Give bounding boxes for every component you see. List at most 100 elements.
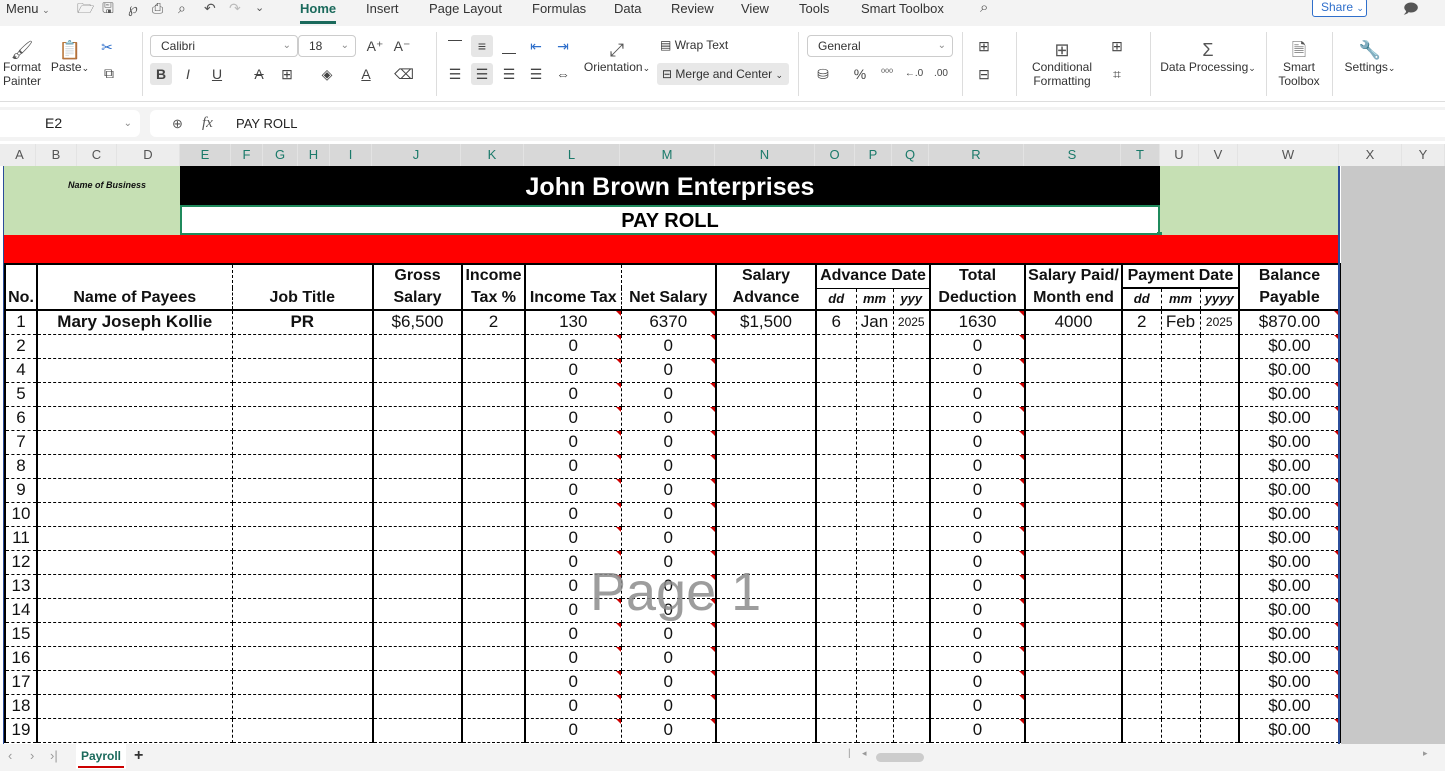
cell-payment-dd[interactable] [1121,670,1162,695]
sheet-tab-payroll[interactable]: Payroll [76,744,126,769]
cell-tax-pct[interactable] [461,526,526,551]
next-sheet-icon[interactable]: › [30,748,34,763]
column-header-s[interactable]: S [1024,144,1121,166]
cell-advance-dd[interactable] [815,526,857,551]
cell-total-deduction[interactable]: 0 [929,598,1026,623]
cell-balance-payable[interactable]: $0.00 [1238,478,1341,503]
column-header-f[interactable]: F [231,144,263,166]
name-box[interactable]: E2 ⌄ [0,110,140,137]
cell-advance-dd[interactable]: 6 [815,310,857,335]
cell-job[interactable] [231,334,374,359]
cell-advance-yy[interactable] [892,574,931,599]
cell-net-salary[interactable]: 6370 [620,310,717,335]
cell-advance-dd[interactable] [815,430,857,455]
add-sheet-button[interactable]: + [134,747,143,765]
cell-advance-yy[interactable] [892,406,931,431]
conditional-formatting-button[interactable]: ⊞ Conditional Formatting [1024,40,1100,88]
cell-income-tax[interactable]: 130 [524,310,622,335]
cell-salary-advance[interactable] [715,382,817,407]
strikethrough-button[interactable]: A [248,63,270,85]
wrap-text-button[interactable]: ▤ Wrap Text [660,38,728,52]
cell-job[interactable] [231,550,374,575]
align-right-icon[interactable]: ☰ [498,63,520,85]
cell-advance-dd[interactable] [815,334,857,359]
merge-center-button[interactable]: ⊟ Merge and Center ⌄ [657,63,789,85]
cell-job[interactable] [231,430,374,455]
prev-sheet-icon[interactable]: ‹ [8,748,12,763]
cell-payment-mm[interactable] [1160,718,1201,743]
column-header-w[interactable]: W [1238,144,1339,166]
align-center-icon[interactable]: ☰ [471,63,493,85]
cell-no[interactable]: 13 [4,574,38,599]
cell-salary-advance[interactable] [715,358,817,383]
cell-name[interactable] [36,694,233,719]
export-icon[interactable]: ℘ [128,0,138,16]
column-header-e[interactable]: E [180,144,231,166]
open-folder-icon[interactable]: 🗁 [77,0,94,16]
cell-advance-mm[interactable]: Jan [855,310,894,335]
cell-advance-mm[interactable] [855,406,894,431]
cell-tax-pct[interactable]: 2 [461,310,526,335]
cell-gross[interactable] [372,358,463,383]
cell-payment-dd[interactable] [1121,550,1162,575]
cell-job[interactable] [231,526,374,551]
cell-tax-pct[interactable] [461,622,526,647]
cell-payment-dd[interactable]: 2 [1121,310,1162,335]
undo-icon[interactable]: ↶ [204,0,216,16]
cell-gross[interactable] [372,382,463,407]
cell-no[interactable]: 11 [4,526,38,551]
cell-gross[interactable] [372,598,463,623]
cell-name[interactable] [36,406,233,431]
fill-color-icon[interactable]: ◈ [316,63,338,85]
cell-total-deduction[interactable]: 0 [929,622,1026,647]
cell-total-deduction[interactable]: 0 [929,718,1026,743]
cell-payment-mm[interactable] [1160,550,1201,575]
payroll-subtitle-cell[interactable]: PAY ROLL [180,205,1160,235]
column-header-x[interactable]: X [1339,144,1402,166]
last-sheet-icon[interactable]: ›| [50,748,58,763]
cell-payment-dd[interactable] [1121,526,1162,551]
cell-net-salary[interactable]: 0 [620,454,717,479]
cell-salary-paid[interactable] [1024,670,1123,695]
cell-advance-dd[interactable] [815,406,857,431]
cell-name[interactable] [36,502,233,527]
cell-advance-yy[interactable] [892,718,931,743]
cell-payment-dd[interactable] [1121,478,1162,503]
cell-advance-yy[interactable] [892,358,931,383]
cell-gross[interactable] [372,334,463,359]
cell-net-salary[interactable]: 0 [620,406,717,431]
cell-advance-yy[interactable] [892,454,931,479]
bold-button[interactable]: B [150,63,172,85]
align-bottom-icon[interactable]: ⎽ [498,35,520,57]
cell-advance-dd[interactable] [815,550,857,575]
cell-advance-dd[interactable] [815,646,857,671]
cell-gross[interactable] [372,550,463,575]
cell-total-deduction[interactable]: 0 [929,670,1026,695]
cell-salary-paid[interactable] [1024,718,1123,743]
cell-name[interactable] [36,454,233,479]
cell-net-salary[interactable]: 0 [620,670,717,695]
cell-payment-mm[interactable] [1160,430,1201,455]
zoom-icon[interactable]: ⊕ [172,110,183,137]
column-header-k[interactable]: K [461,144,524,166]
column-header-c[interactable]: C [77,144,117,166]
cell-balance-payable[interactable]: $0.00 [1238,718,1341,743]
cell-advance-dd[interactable] [815,598,857,623]
cell-payment-mm[interactable] [1160,454,1201,479]
cell-salary-paid[interactable] [1024,598,1123,623]
cell-name[interactable] [36,358,233,383]
cell-salary-advance[interactable] [715,430,817,455]
column-header-g[interactable]: G [263,144,298,166]
fx-icon[interactable]: fx [202,110,213,137]
cell-advance-dd[interactable] [815,478,857,503]
cell-job[interactable] [231,478,374,503]
cell-payment-mm[interactable] [1160,406,1201,431]
cell-income-tax[interactable]: 0 [524,718,622,743]
tab-tools[interactable]: Tools [799,0,829,24]
cell-salary-paid[interactable] [1024,358,1123,383]
cell-balance-payable[interactable]: $0.00 [1238,598,1341,623]
cell-salary-advance[interactable] [715,646,817,671]
align-left-icon[interactable]: ☰ [444,63,466,85]
cell-gross[interactable] [372,406,463,431]
cell-payment-dd[interactable] [1121,358,1162,383]
